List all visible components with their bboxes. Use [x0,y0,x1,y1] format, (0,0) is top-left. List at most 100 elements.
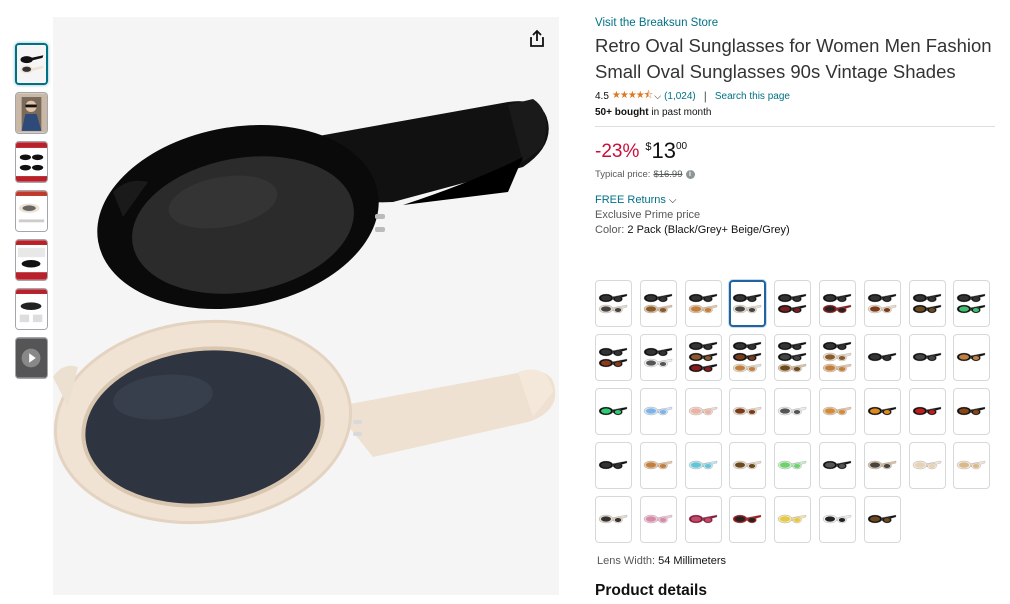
product-title: Retro Oval Sunglasses for Women Men Fash… [595,35,992,82]
free-returns-label[interactable]: FREE Returns [595,194,666,206]
thumbnail-image[interactable] [15,92,48,134]
color-swatch[interactable] [774,334,812,381]
rating-row: 4.5 ★★★★⯪ ⌵ (1,024) | Search this page [595,89,995,103]
price-fraction: 00 [675,141,688,152]
thumbnail-picture [16,240,47,280]
rating-stars-icon[interactable]: ★★★★⯪ [612,88,653,105]
sunglasses-icon [867,293,896,313]
thumbnail-image[interactable] [15,43,48,85]
thumbnail-image[interactable] [15,288,48,330]
sunglasses-icon [643,460,672,470]
chevron-down-icon[interactable]: ⌵ [654,91,661,102]
sunglasses-icon [598,347,628,367]
typical-price-label: Typical price: [595,169,651,180]
search-page-link[interactable]: Search this page [715,91,790,102]
sunglasses-icon [688,341,717,373]
free-returns[interactable]: FREE Returns ⌵ [595,194,995,206]
color-swatch[interactable] [863,280,901,327]
color-swatch[interactable] [953,334,991,381]
chevron-down-icon[interactable]: ⌵ [669,195,677,206]
color-swatch[interactable] [639,280,677,327]
sunglasses-icon [733,514,762,524]
sunglasses-image [53,99,556,525]
color-swatch[interactable] [639,496,677,543]
thumbnail-video[interactable] [15,337,48,379]
color-swatch[interactable] [684,388,722,435]
color-swatch[interactable] [908,334,946,381]
color-swatch[interactable] [684,442,722,489]
sunglasses-icon [778,341,807,373]
color-swatch[interactable] [953,280,991,327]
share-icon[interactable] [527,29,547,49]
typical-price: Typical price: $16.99 i [595,169,995,180]
sunglasses-icon [733,406,762,416]
black-sunglasses [97,99,549,309]
sunglasses-icon [822,460,852,470]
color-swatch[interactable] [729,442,767,489]
color-swatch[interactable] [774,280,812,327]
color-swatch[interactable] [729,334,767,381]
sunglasses-icon [778,293,807,313]
thumbnail-image[interactable] [15,190,48,232]
color-swatch[interactable] [908,442,946,489]
rating-count-link[interactable]: (1,024) [664,91,696,102]
store-link[interactable]: Visit the Breaksun Store [595,17,995,29]
color-swatch[interactable] [595,442,632,489]
color-value: 2 Pack (Black/Grey+ Beige/Grey) [627,224,790,236]
color-swatch[interactable] [818,388,856,435]
sunglasses-icon [643,514,672,524]
color-swatch[interactable] [908,388,946,435]
sunglasses-icon [912,352,941,362]
prime-price-text: Exclusive Prime price [595,209,701,221]
color-swatch[interactable] [639,334,677,381]
thumbnail-picture [16,93,47,133]
color-selection: Color: 2 Pack (Black/Grey+ Beige/Grey) [595,224,995,236]
color-swatch[interactable] [684,496,722,543]
color-swatch[interactable] [953,388,991,435]
info-icon[interactable]: i [685,170,695,179]
sunglasses-icon [688,460,717,470]
color-swatch[interactable] [684,280,722,327]
product-details-heading: Product details [595,582,707,599]
beige-sunglasses [53,319,556,525]
color-swatch[interactable] [863,496,901,543]
price-row: -23% $ 13 00 [595,139,995,167]
color-swatch[interactable] [729,496,767,543]
color-swatch[interactable] [863,334,901,381]
price-whole: 13 [651,138,676,163]
color-swatch[interactable] [729,280,767,327]
color-swatch[interactable] [953,442,991,489]
color-swatch[interactable] [818,334,856,381]
color-swatch[interactable] [774,388,812,435]
color-swatch[interactable] [595,496,632,543]
color-swatch[interactable] [818,442,856,489]
product-info-panel: Visit the Breaksun Store Retro Oval Sung… [595,17,995,236]
sunglasses-icon [598,406,628,416]
color-swatch[interactable] [729,388,767,435]
bought-text: in past month [648,107,712,118]
color-swatch[interactable] [595,334,632,381]
color-swatch[interactable] [595,280,632,327]
main-product-image[interactable] [53,17,559,595]
bought-count: 50+ bought [595,107,649,118]
color-swatch[interactable] [595,388,632,435]
sunglasses-icon [688,514,717,524]
color-swatch[interactable] [639,388,677,435]
thumbnail-image[interactable] [15,239,48,281]
thumbnail-image[interactable] [15,141,48,183]
sunglasses-icon [778,460,807,470]
color-swatch[interactable] [818,280,856,327]
sunglasses-icon [598,460,628,470]
color-swatch[interactable] [908,280,946,327]
color-swatch[interactable] [863,442,901,489]
color-swatch[interactable] [863,388,901,435]
color-swatch[interactable] [684,334,722,381]
sunglasses-icon [867,352,896,362]
lens-width-label: Lens Width: [597,555,659,567]
typical-price-value: $16.99 [653,169,683,180]
color-swatch[interactable] [774,442,812,489]
color-swatch[interactable] [639,442,677,489]
color-swatch[interactable] [774,496,812,543]
thumbnail-picture [16,142,47,182]
color-swatch[interactable] [818,496,856,543]
